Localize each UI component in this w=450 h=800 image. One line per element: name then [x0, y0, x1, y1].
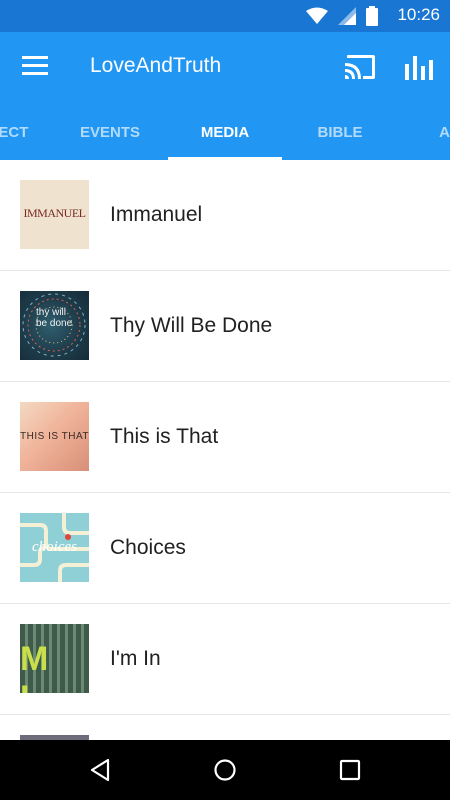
system-nav-bar: [0, 740, 450, 800]
app-bar: LoveAndTruth: [0, 32, 450, 104]
list-item-title: This is That: [110, 425, 219, 448]
tab-label: BIBLE: [317, 123, 363, 141]
status-icons: [306, 6, 378, 26]
list-item[interactable]: [0, 715, 450, 740]
thumbnail-text: thy will be done: [36, 307, 73, 329]
thumbnail: IMMANUEL: [20, 180, 89, 249]
list-item[interactable]: IMMANUEL Immanuel: [0, 160, 450, 271]
tab-label: EVENTS: [79, 123, 140, 141]
thumbnail-text: THIS IS THAT: [20, 431, 89, 442]
list-item[interactable]: M I I'm In: [0, 604, 450, 715]
media-list: IMMANUEL Immanuel thy will be done Thy W…: [0, 160, 450, 740]
tab-connect[interactable]: NECT: [0, 104, 38, 160]
signal-icon: [338, 7, 356, 25]
list-item[interactable]: thy will be done Thy Will Be Done: [0, 271, 450, 382]
home-icon[interactable]: [213, 758, 237, 782]
wifi-icon: [306, 7, 328, 24]
list-item-title: Thy Will Be Done: [110, 314, 273, 337]
list-item-title: Immanuel: [110, 203, 203, 226]
tab-bible[interactable]: BIBLE: [285, 104, 395, 160]
status-time: 10:26: [397, 5, 440, 24]
tab-events[interactable]: EVENTS: [55, 104, 165, 160]
thumbnail-text: IMMANUEL: [23, 206, 87, 220]
back-icon[interactable]: [88, 758, 112, 782]
list-item[interactable]: THIS IS THAT This is That: [0, 382, 450, 493]
battery-icon: [366, 6, 378, 26]
thumbnail: choices: [20, 513, 89, 582]
thumbnail-text: choices: [32, 539, 77, 555]
cast-icon[interactable]: [344, 54, 376, 80]
list-item-title: Choices: [110, 536, 186, 559]
thumbnail: THIS IS THAT: [20, 402, 89, 471]
app-title: LoveAndTruth: [90, 54, 222, 77]
menu-icon[interactable]: [22, 56, 48, 78]
status-bar: 10:26: [0, 0, 450, 32]
recents-icon[interactable]: [338, 758, 362, 782]
tab-bar: NECT EVENTS MEDIA BIBLE AB: [0, 104, 450, 160]
tab-label: MEDIA: [200, 123, 250, 141]
tab-media[interactable]: MEDIA: [168, 104, 282, 160]
tab-about[interactable]: AB: [420, 104, 450, 160]
chart-icon[interactable]: [404, 52, 434, 82]
thumbnail-text: M I: [20, 640, 57, 693]
list-item[interactable]: choices Choices: [0, 493, 450, 604]
list-item-title: I'm In: [110, 647, 161, 670]
tab-label: NECT: [0, 123, 29, 141]
tab-label: AB: [439, 123, 450, 141]
thumbnail: thy will be done: [20, 291, 89, 360]
thumbnail: M I: [20, 624, 89, 693]
